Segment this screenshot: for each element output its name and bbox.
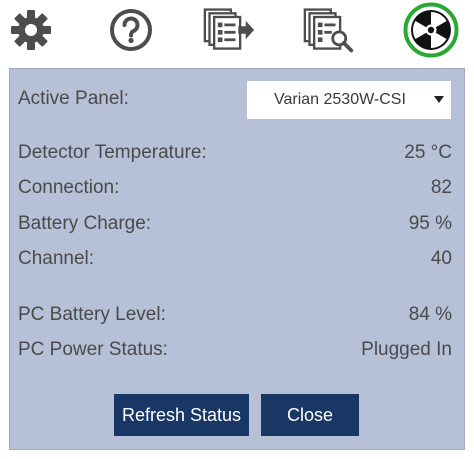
detector-temperature-value: 25 °C xyxy=(404,142,452,163)
pc-battery-level-value: 84 % xyxy=(408,304,452,325)
chevron-down-icon xyxy=(434,96,444,103)
channel-row: Channel: 40 xyxy=(18,246,452,272)
refresh-status-button[interactable]: Refresh Status xyxy=(114,394,249,436)
preview-search-icon xyxy=(303,8,354,53)
radiation-button[interactable] xyxy=(403,2,459,58)
battery-charge-label: Battery Charge: xyxy=(18,213,152,234)
pc-power-status-value: Plugged In xyxy=(361,339,452,360)
pc-power-status-label: PC Power Status: xyxy=(18,339,168,360)
active-panel-dropdown[interactable]: Varian 2530W-CSI xyxy=(247,81,451,119)
pc-power-status-row: PC Power Status: Plugged In xyxy=(18,337,452,363)
connection-label: Connection: xyxy=(18,177,120,198)
channel-value: 40 xyxy=(430,248,452,269)
pc-battery-level-label: PC Battery Level: xyxy=(18,304,166,325)
settings-button[interactable] xyxy=(5,4,57,56)
toolbar xyxy=(0,0,474,62)
active-panel-value: Varian 2530W-CSI xyxy=(274,91,406,108)
radiation-icon xyxy=(403,2,459,58)
close-button[interactable]: Close xyxy=(261,394,359,436)
channel-label: Channel: xyxy=(18,248,95,269)
connection-row: Connection: 82 xyxy=(18,175,452,201)
export-list-icon xyxy=(203,8,255,50)
gear-icon xyxy=(11,10,51,50)
help-icon xyxy=(110,9,152,51)
status-panel: Active Panel: Varian 2530W-CSI Detector … xyxy=(9,68,465,450)
active-panel-label: Active Panel: xyxy=(18,88,129,109)
preview-search-button[interactable] xyxy=(303,4,355,56)
detector-temperature-row: Detector Temperature: 25 °C xyxy=(18,140,452,166)
help-button[interactable] xyxy=(105,4,157,56)
connection-value: 82 xyxy=(430,177,452,198)
battery-charge-value: 95 % xyxy=(408,213,452,234)
export-list-button[interactable] xyxy=(203,4,255,56)
pc-battery-level-row: PC Battery Level: 84 % xyxy=(18,302,452,328)
detector-temperature-label: Detector Temperature: xyxy=(18,142,207,163)
battery-charge-row: Battery Charge: 95 % xyxy=(18,211,452,237)
